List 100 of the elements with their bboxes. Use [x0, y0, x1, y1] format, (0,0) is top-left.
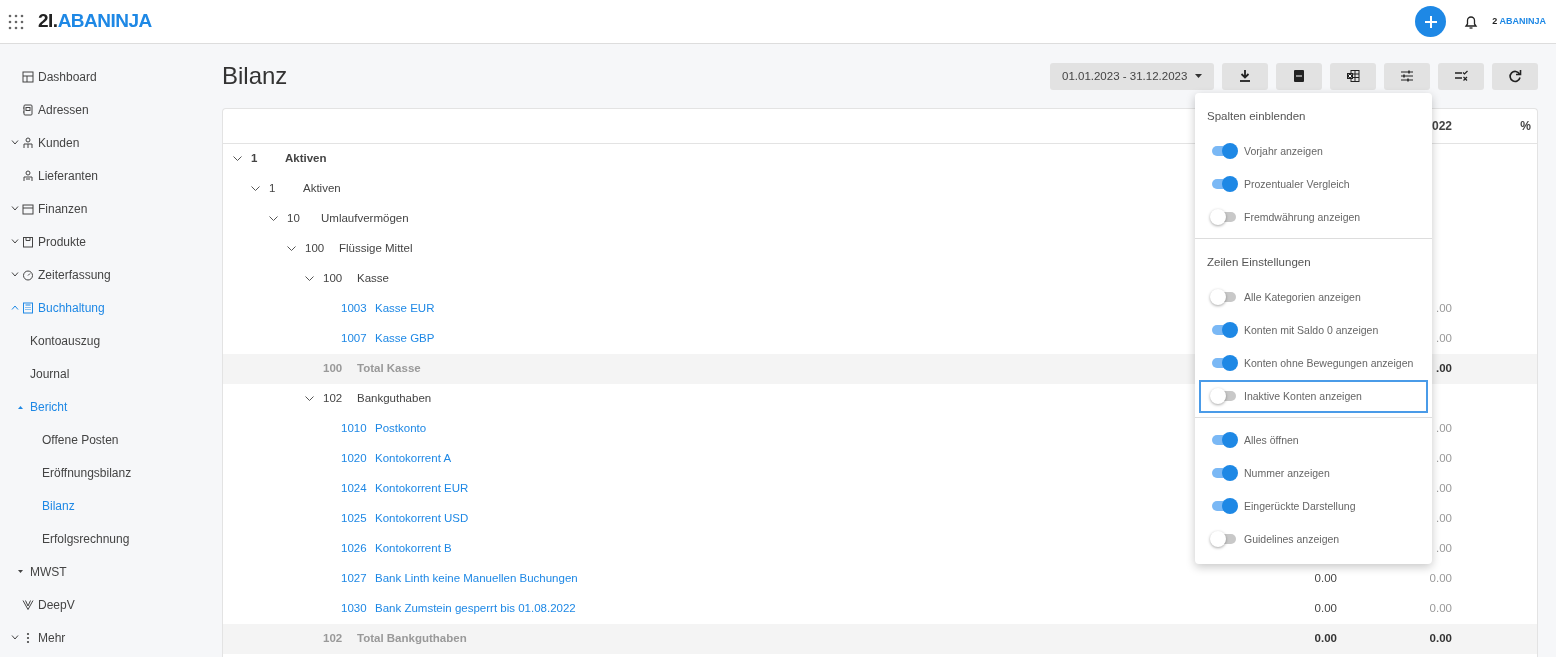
menu-item[interactable]: Fremdwährung anzeigen: [1199, 200, 1428, 234]
sidebar-item[interactable]: Offene Posten: [42, 430, 119, 449]
notebook-icon: [22, 103, 34, 116]
logo[interactable]: 2I.ABANINJA: [38, 7, 152, 36]
toggle-switch[interactable]: [1210, 143, 1238, 160]
toggle-switch[interactable]: [1210, 209, 1238, 226]
account-number: 10: [287, 211, 301, 227]
account-link[interactable]: Kontokorrent A: [375, 450, 452, 468]
sidebar-item[interactable]: Dashboard: [38, 67, 97, 86]
toggle-switch[interactable]: [1210, 289, 1238, 306]
toggle-switch[interactable]: [1210, 498, 1238, 515]
menu-item[interactable]: Alles öffnen: [1199, 423, 1428, 457]
menu-item[interactable]: Prozentualer Vergleich: [1199, 167, 1428, 201]
amount-cell: .00: [1436, 542, 1452, 555]
account-number: 1025: [341, 511, 368, 527]
amount-cell: 0.00: [1429, 602, 1452, 615]
account-number: 102: [323, 631, 344, 647]
account-logo[interactable]: 2 ABANINJA: [1492, 14, 1546, 29]
sidebar-item[interactable]: Finanzen: [38, 199, 88, 218]
chevron-icon[interactable]: [305, 396, 314, 402]
account-link[interactable]: Kontokorrent EUR: [375, 480, 469, 498]
sidebar-item[interactable]: Kontoauszug: [30, 331, 101, 350]
amount-cell: .00: [1436, 422, 1452, 435]
account-link[interactable]: Postkonto: [375, 420, 427, 438]
toggle-switch[interactable]: [1210, 465, 1238, 482]
toggle-switch[interactable]: [1210, 531, 1238, 548]
sidebar-item[interactable]: Bericht: [30, 397, 68, 416]
account-link[interactable]: Kontokorrent B: [375, 540, 452, 558]
column-header: %: [1519, 117, 1531, 135]
menu-item[interactable]: Eingerückte Darstellung: [1199, 489, 1428, 523]
sidebar-item[interactable]: Lieferanten: [38, 166, 99, 185]
date-range-dropdown[interactable]: 01.01.2023 - 31.12.2023: [1050, 62, 1214, 90]
row-label: Umlaufvermögen: [321, 211, 409, 227]
chevron-icon[interactable]: [287, 246, 296, 252]
menu-item[interactable]: Guidelines anzeigen: [1199, 522, 1428, 556]
sliders-icon: [1400, 69, 1414, 84]
apps-grid-icon: [8, 13, 24, 30]
sidebar-item[interactable]: Produkte: [38, 232, 87, 251]
person-icon: [22, 169, 34, 182]
checklist-cancel-icon: [1454, 69, 1468, 84]
box-icon: [22, 235, 34, 248]
row-label: Flüssige Mittel: [339, 241, 413, 257]
sidebar-item[interactable]: Zeiterfassung: [38, 265, 111, 284]
amount-cell: .00: [1436, 302, 1452, 315]
caret-icon: [1195, 74, 1202, 79]
pdf-file-button[interactable]: [1276, 62, 1322, 90]
menu-item[interactable]: Konten mit Saldo 0 anzeigen: [1199, 313, 1428, 347]
sidebar-item[interactable]: Adressen: [38, 100, 89, 119]
toggle-switch[interactable]: [1210, 176, 1238, 193]
chevron-icon[interactable]: [233, 156, 242, 162]
menu-item[interactable]: Inaktive Konten anzeigen: [1199, 379, 1428, 413]
toggle-switch[interactable]: [1210, 432, 1238, 449]
bell-icon[interactable]: [1464, 13, 1479, 30]
chevron-icon[interactable]: [251, 186, 260, 192]
checklist-cancel-button[interactable]: [1438, 62, 1484, 90]
toggle-switch[interactable]: [1210, 355, 1238, 372]
account-link[interactable]: Kasse EUR: [375, 300, 435, 318]
account-number: 1024: [341, 481, 368, 497]
amount-cell: 0.00: [1314, 572, 1337, 585]
sidebar-item[interactable]: DeepV: [38, 595, 75, 614]
calendar-icon: [22, 202, 34, 215]
people-icon: [22, 136, 34, 149]
toggle-switch[interactable]: [1210, 322, 1238, 339]
sidebar-item[interactable]: Eröffnungsbilanz: [42, 463, 132, 482]
pdf-file-icon: [1292, 69, 1306, 84]
account-number: 1027: [341, 571, 368, 587]
account-number: 1030: [341, 601, 368, 617]
amount-cell: .00: [1436, 512, 1452, 525]
account-link[interactable]: Kasse GBP: [375, 330, 435, 348]
chevron-icon[interactable]: [269, 216, 278, 222]
account-number: 1: [269, 181, 277, 197]
table-grid-icon: [22, 70, 34, 83]
sliders-button[interactable]: [1384, 62, 1430, 90]
chevron-icon[interactable]: [305, 276, 314, 282]
row-label: Bankguthaben: [357, 391, 432, 407]
menu-item[interactable]: Alle Kategorien anzeigen: [1199, 280, 1428, 314]
amount-cell: 0.00: [1314, 632, 1337, 645]
row-label: Total Kasse: [357, 361, 421, 377]
sidebar-item[interactable]: Mehr: [38, 628, 66, 647]
menu-item[interactable]: Konten ohne Bewegungen anzeigen: [1199, 346, 1428, 380]
download-button[interactable]: [1222, 62, 1268, 90]
toggle-switch[interactable]: [1210, 388, 1238, 405]
sidebar-item[interactable]: Erfolgsrechnung: [42, 529, 130, 548]
sidebar-item[interactable]: Buchhaltung: [38, 298, 105, 317]
spreadsheet-icon: [1346, 69, 1360, 84]
account-link[interactable]: Bank Linth keine Manuellen Buchungen: [375, 570, 578, 588]
menu-item[interactable]: Nummer anzeigen: [1199, 456, 1428, 490]
account-number: 1020: [341, 451, 368, 467]
add-button[interactable]: [1415, 6, 1447, 37]
account-number: 100: [323, 271, 344, 287]
sidebar-item[interactable]: Journal: [30, 364, 70, 383]
account-link[interactable]: Kontokorrent USD: [375, 510, 469, 528]
spreadsheet-button[interactable]: [1330, 62, 1376, 90]
account-link[interactable]: Bank Zumstein gesperrt bis 01.08.2022: [375, 600, 576, 618]
sidebar-item[interactable]: MWST: [30, 562, 67, 581]
sidebar-item[interactable]: Kunden: [38, 133, 80, 152]
menu-item[interactable]: Vorjahr anzeigen: [1199, 134, 1428, 168]
sidebar-item[interactable]: Bilanz: [42, 496, 75, 515]
refresh-button[interactable]: [1492, 62, 1538, 90]
menu-heading: Spalten einblenden: [1206, 109, 1307, 125]
